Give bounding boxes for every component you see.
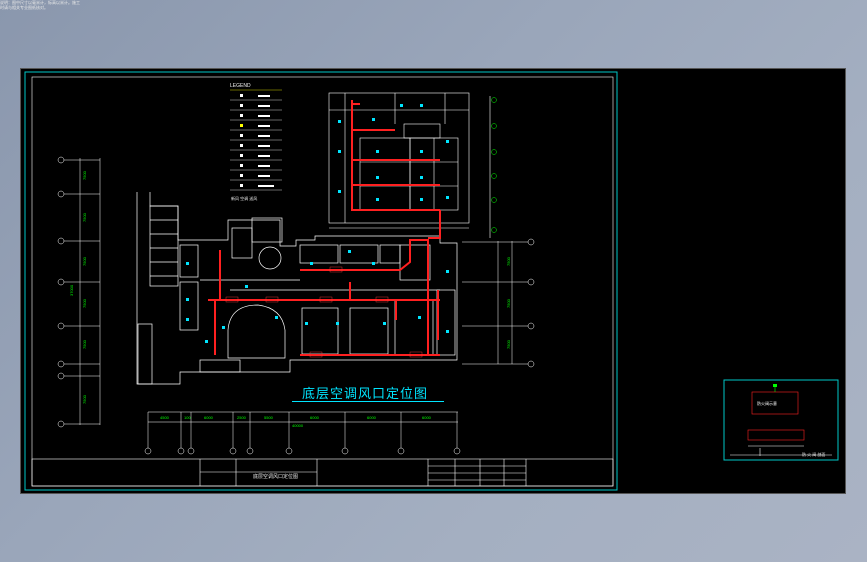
legend-caption: 新风 空调 送风 [231,196,258,201]
dim-text: 7500 [82,394,87,404]
upper-plan-walls [328,92,491,238]
dim-text: 2500 [237,415,247,420]
bottom-grid-axis [144,411,461,455]
dim-text: 7500 [82,256,87,266]
dim-text: 6000 [310,415,320,420]
dim-text: 5500 [264,415,274,420]
supply-duct-ground [208,239,440,356]
legend-symbols [240,94,274,187]
legend-table [230,89,282,191]
detail-drawing [730,384,832,456]
dim-text: 7500 [82,339,87,349]
right-grid-axis [462,238,535,368]
dim-text: 7500 [506,256,511,266]
dim-text: 7500 [82,212,87,222]
drawing-title: 底层空调风口定位图 [302,387,429,402]
diffusers [186,104,449,343]
dim-total-text: 37000 [69,284,74,296]
detail-footer: 防 火 阀 剖面 [802,452,826,457]
cad-drawing: 4500 100 6000 2500 5500 6000 6000 6000 4… [24,71,839,491]
dim-text: 6000 [422,415,432,420]
legend-heading: LEGEND [230,83,251,89]
upper-plan-axis [491,97,497,233]
supply-duct-upper [351,100,441,239]
dim-text: 6000 [367,415,377,420]
duct-labels-ground [225,266,423,358]
drawing-title-underline [292,401,444,402]
dim-total-text: 40000 [292,423,304,428]
inner-frame [31,76,614,487]
left-grid-axis [57,156,101,428]
dim-text: 7500 [506,339,511,349]
dim-text: 6000 [204,415,214,420]
dim-text: 7500 [82,170,87,180]
dim-text: 7500 [506,298,511,308]
dim-text: 100 [184,415,191,420]
title-block [31,458,614,487]
detail-caption: 防火阀示意 [757,401,777,406]
dim-text: 4500 [160,415,170,420]
titleblock-title: 底层空调风口定位图 [253,474,299,480]
dim-text: 7500 [82,298,87,308]
